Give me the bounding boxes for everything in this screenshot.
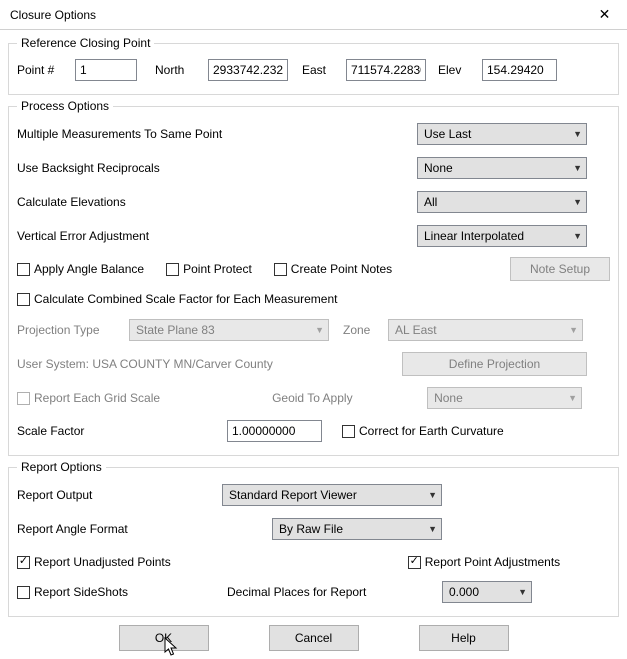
check-icon xyxy=(410,557,419,568)
chevron-down-icon: ▼ xyxy=(573,129,582,139)
backsight-select[interactable]: None ▼ xyxy=(417,157,587,179)
east-input[interactable] xyxy=(346,59,426,81)
user-system-label: User System: USA COUNTY MN/Carver County xyxy=(17,357,402,371)
multi-meas-value: Use Last xyxy=(424,127,471,141)
window-title: Closure Options xyxy=(10,8,96,22)
zone-label: Zone xyxy=(343,323,388,337)
multi-meas-label: Multiple Measurements To Same Point xyxy=(17,127,417,141)
calc-elev-value: All xyxy=(424,195,437,209)
dialog-content: Reference Closing Point Point # North Ea… xyxy=(0,30,627,659)
point-number-label: Point # xyxy=(17,63,67,77)
chevron-down-icon: ▼ xyxy=(573,163,582,173)
report-sideshots-label: Report SideShots xyxy=(34,585,128,599)
projection-type-value: State Plane 83 xyxy=(136,323,215,337)
reference-closing-legend: Reference Closing Point xyxy=(17,36,154,50)
multi-meas-select[interactable]: Use Last ▼ xyxy=(417,123,587,145)
elev-input[interactable] xyxy=(482,59,557,81)
zone-value: AL East xyxy=(395,323,437,337)
calc-combined-checkbox[interactable]: Calculate Combined Scale Factor for Each… xyxy=(17,292,337,306)
correct-curvature-label: Correct for Earth Curvature xyxy=(359,424,504,438)
backsight-label: Use Backsight Reciprocals xyxy=(17,161,417,175)
point-protect-label: Point Protect xyxy=(183,262,252,276)
elev-label: Elev xyxy=(438,63,474,77)
ok-button[interactable]: OK xyxy=(119,625,209,651)
angle-format-select[interactable]: By Raw File ▼ xyxy=(272,518,442,540)
chevron-down-icon: ▼ xyxy=(568,393,577,403)
geoid-select: None ▼ xyxy=(427,387,582,409)
report-unadjusted-label: Report Unadjusted Points xyxy=(34,555,171,569)
east-label: East xyxy=(302,63,338,77)
chevron-down-icon: ▼ xyxy=(428,524,437,534)
report-each-grid-label: Report Each Grid Scale xyxy=(34,391,160,405)
geoid-label: Geoid To Apply xyxy=(272,391,427,405)
chevron-down-icon: ▼ xyxy=(428,490,437,500)
create-point-notes-checkbox[interactable]: Create Point Notes xyxy=(274,262,392,276)
vert-err-select[interactable]: Linear Interpolated ▼ xyxy=(417,225,587,247)
projection-type-select: State Plane 83 ▼ xyxy=(129,319,329,341)
backsight-value: None xyxy=(424,161,453,175)
process-options-group: Process Options Multiple Measurements To… xyxy=(8,99,619,456)
north-label: North xyxy=(155,63,200,77)
report-unadjusted-checkbox[interactable]: Report Unadjusted Points xyxy=(17,555,171,569)
reference-closing-point-group: Reference Closing Point Point # North Ea… xyxy=(8,36,619,95)
correct-curvature-checkbox[interactable]: Correct for Earth Curvature xyxy=(342,424,504,438)
dialog-buttons: OK Cancel Help xyxy=(8,625,619,651)
chevron-down-icon: ▼ xyxy=(573,231,582,241)
calc-elev-label: Calculate Elevations xyxy=(17,195,417,209)
define-projection-button: Define Projection xyxy=(402,352,587,376)
point-number-input[interactable] xyxy=(75,59,137,81)
zone-select: AL East ▼ xyxy=(388,319,583,341)
decimal-places-value: 0.000 xyxy=(449,585,479,599)
decimal-places-select[interactable]: 0.000 ▼ xyxy=(442,581,532,603)
chevron-down-icon: ▼ xyxy=(573,197,582,207)
help-button[interactable]: Help xyxy=(419,625,509,651)
report-output-value: Standard Report Viewer xyxy=(229,488,357,502)
vert-err-value: Linear Interpolated xyxy=(424,229,524,243)
create-point-notes-label: Create Point Notes xyxy=(291,262,392,276)
report-options-group: Report Options Report Output Standard Re… xyxy=(8,460,619,617)
apply-angle-balance-label: Apply Angle Balance xyxy=(34,262,144,276)
point-protect-checkbox[interactable]: Point Protect xyxy=(166,262,252,276)
report-sideshots-checkbox[interactable]: Report SideShots xyxy=(17,585,227,599)
geoid-value: None xyxy=(434,391,463,405)
report-output-label: Report Output xyxy=(17,488,222,502)
projection-type-label: Projection Type xyxy=(17,323,129,337)
check-icon xyxy=(19,557,28,568)
report-each-grid-checkbox: Report Each Grid Scale xyxy=(17,391,160,405)
cancel-button[interactable]: Cancel xyxy=(269,625,359,651)
report-output-select[interactable]: Standard Report Viewer ▼ xyxy=(222,484,442,506)
calc-elev-select[interactable]: All ▼ xyxy=(417,191,587,213)
calc-combined-label: Calculate Combined Scale Factor for Each… xyxy=(34,292,337,306)
note-setup-button: Note Setup xyxy=(510,257,610,281)
scale-factor-label: Scale Factor xyxy=(17,424,227,438)
north-input[interactable] xyxy=(208,59,288,81)
chevron-down-icon: ▼ xyxy=(518,587,527,597)
chevron-down-icon: ▼ xyxy=(569,325,578,335)
scale-factor-input[interactable] xyxy=(227,420,322,442)
angle-format-label: Report Angle Format xyxy=(17,522,272,536)
vert-err-label: Vertical Error Adjustment xyxy=(17,229,417,243)
chevron-down-icon: ▼ xyxy=(315,325,324,335)
process-options-legend: Process Options xyxy=(17,99,113,113)
titlebar: Closure Options ✕ xyxy=(0,0,627,30)
apply-angle-balance-checkbox[interactable]: Apply Angle Balance xyxy=(17,262,144,276)
close-icon[interactable]: ✕ xyxy=(582,0,627,30)
report-point-adjust-checkbox[interactable]: Report Point Adjustments xyxy=(408,555,560,569)
angle-format-value: By Raw File xyxy=(279,522,343,536)
decimal-places-label: Decimal Places for Report xyxy=(227,585,442,599)
report-options-legend: Report Options xyxy=(17,460,106,474)
report-point-adjust-label: Report Point Adjustments xyxy=(425,555,560,569)
